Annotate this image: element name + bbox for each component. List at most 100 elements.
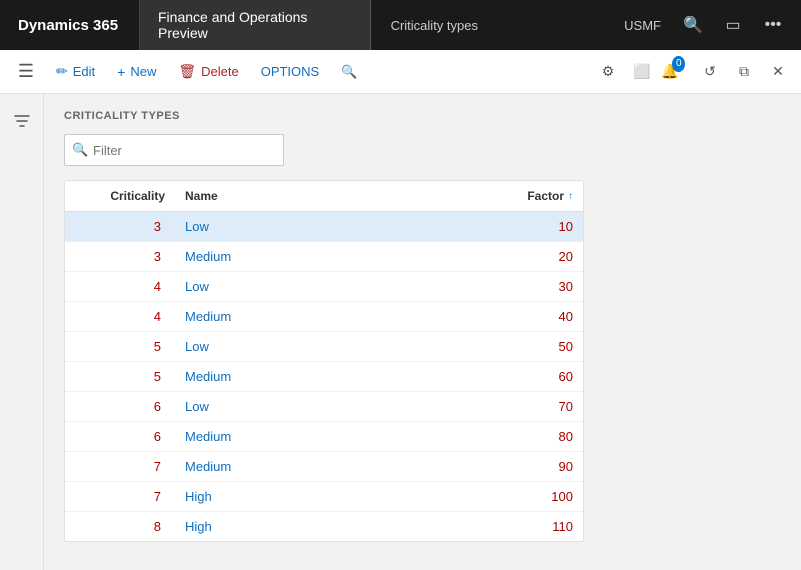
hamburger-icon: ☰ <box>18 61 34 82</box>
edit-icon: ✏ <box>56 63 68 80</box>
table-row[interactable]: 4 Low 30 <box>65 272 583 302</box>
cell-factor: 40 <box>493 302 583 331</box>
cell-name: High <box>175 482 493 511</box>
filter-icon <box>14 113 30 129</box>
cell-factor: 110 <box>493 512 583 541</box>
top-nav: Dynamics 365 Finance and Operations Prev… <box>0 0 801 50</box>
filter-input-wrap: 🔍 <box>64 134 284 166</box>
main-layout: CRITICALITY TYPES 🔍 Criticality Name Fac… <box>0 94 801 570</box>
app-label: Finance and Operations Preview <box>158 9 352 41</box>
top-bookmark-button[interactable]: ▭ <box>715 7 751 43</box>
cell-factor: 10 <box>493 212 583 241</box>
cell-criticality: 6 <box>65 392 175 421</box>
cell-name: Medium <box>175 242 493 271</box>
company-label: USMF <box>614 18 671 33</box>
refresh-icon: ↺ <box>704 63 716 80</box>
edit-button[interactable]: ✏ Edit <box>46 58 105 85</box>
page-label: Criticality types <box>391 18 478 33</box>
cell-criticality: 8 <box>65 512 175 541</box>
cell-factor: 70 <box>493 392 583 421</box>
table-row[interactable]: 6 Low 70 <box>65 392 583 422</box>
sidebar-filter <box>0 94 44 570</box>
edit-label: Edit <box>73 64 95 79</box>
toolbar-right-icons: ⚙ ⬜ 🔔 0 ↺ ⧉ ✕ <box>593 57 793 87</box>
cell-criticality: 5 <box>65 362 175 391</box>
new-button[interactable]: + New <box>107 59 166 85</box>
table-row[interactable]: 4 Medium 40 <box>65 302 583 332</box>
table-row[interactable]: 7 High 100 <box>65 482 583 512</box>
data-table: Criticality Name Factor ↑ 3 Low 10 3 Med… <box>64 180 584 542</box>
cell-criticality: 3 <box>65 242 175 271</box>
app-name: Finance and Operations Preview <box>140 0 371 50</box>
hamburger-button[interactable]: ☰ <box>8 50 44 94</box>
cell-factor: 50 <box>493 332 583 361</box>
delete-icon: 🗑 <box>178 63 196 80</box>
cell-name: Medium <box>175 452 493 481</box>
header-name: Name <box>175 181 493 211</box>
table-row[interactable]: 5 Low 50 <box>65 332 583 362</box>
cell-factor: 30 <box>493 272 583 301</box>
new-icon: + <box>117 64 125 80</box>
close-icon: ✕ <box>772 63 784 80</box>
top-search-button[interactable]: 🔍 <box>675 7 711 43</box>
cell-name: Medium <box>175 362 493 391</box>
options-button[interactable]: OPTIONS <box>251 59 330 84</box>
sort-icon: ↑ <box>568 191 573 202</box>
notification-badge: 0 <box>672 56 685 72</box>
refresh-button[interactable]: ↺ <box>695 57 725 87</box>
open-new-button[interactable]: ⧉ <box>729 57 759 87</box>
toolbar-search-button[interactable]: 🔍 <box>331 59 367 85</box>
table-row[interactable]: 5 Medium 60 <box>65 362 583 392</box>
new-label: New <box>130 64 156 79</box>
cell-name: Medium <box>175 302 493 331</box>
cell-criticality: 7 <box>65 482 175 511</box>
table-header: Criticality Name Factor ↑ <box>65 181 583 212</box>
cell-criticality: 3 <box>65 212 175 241</box>
table-row[interactable]: 8 High 110 <box>65 512 583 541</box>
cell-name: Low <box>175 272 493 301</box>
table-body: 3 Low 10 3 Medium 20 4 Low 30 4 Medium 4… <box>65 212 583 541</box>
notification-button[interactable]: 🔔 0 <box>661 57 691 87</box>
settings-icon: ⚙ <box>602 63 615 80</box>
cell-criticality: 5 <box>65 332 175 361</box>
close-button[interactable]: ✕ <box>763 57 793 87</box>
sidebar-filter-button[interactable] <box>7 106 37 136</box>
table-row[interactable]: 3 Low 10 <box>65 212 583 242</box>
delete-label: Delete <box>201 64 239 79</box>
cell-factor: 20 <box>493 242 583 271</box>
table-row[interactable]: 6 Medium 80 <box>65 422 583 452</box>
toolbar: ☰ ✏ Edit + New 🗑 Delete OPTIONS 🔍 ⚙ ⬜ 🔔 … <box>0 50 801 94</box>
cell-factor: 90 <box>493 452 583 481</box>
header-criticality: Criticality <box>65 181 175 211</box>
delete-button[interactable]: 🗑 Delete <box>168 58 248 85</box>
settings-button[interactable]: ⚙ <box>593 57 623 87</box>
content-area: CRITICALITY TYPES 🔍 Criticality Name Fac… <box>44 94 801 570</box>
page-name: Criticality types <box>371 0 605 50</box>
cell-name: Medium <box>175 422 493 451</box>
cell-factor: 60 <box>493 362 583 391</box>
cell-factor: 100 <box>493 482 583 511</box>
section-title: CRITICALITY TYPES <box>64 110 781 122</box>
cell-name: High <box>175 512 493 541</box>
cell-criticality: 4 <box>65 272 175 301</box>
d365-brand[interactable]: Dynamics 365 <box>0 0 140 50</box>
office-button[interactable]: ⬜ <box>627 57 657 87</box>
office-icon: ⬜ <box>633 63 650 80</box>
top-nav-right: USMF 🔍 ▭ ••• <box>604 0 801 50</box>
open-new-icon: ⧉ <box>739 63 749 80</box>
cell-name: Low <box>175 332 493 361</box>
cell-criticality: 6 <box>65 422 175 451</box>
cell-name: Low <box>175 212 493 241</box>
d365-label: Dynamics 365 <box>18 17 118 34</box>
cell-criticality: 7 <box>65 452 175 481</box>
options-label: OPTIONS <box>261 64 320 79</box>
top-more-button[interactable]: ••• <box>755 7 791 43</box>
table-row[interactable]: 3 Medium 20 <box>65 242 583 272</box>
table-row[interactable]: 7 Medium 90 <box>65 452 583 482</box>
toolbar-search-icon: 🔍 <box>341 64 357 80</box>
header-factor[interactable]: Factor ↑ <box>493 181 583 211</box>
filter-input[interactable] <box>64 134 284 166</box>
filter-search-icon: 🔍 <box>72 142 88 158</box>
cell-criticality: 4 <box>65 302 175 331</box>
cell-name: Low <box>175 392 493 421</box>
